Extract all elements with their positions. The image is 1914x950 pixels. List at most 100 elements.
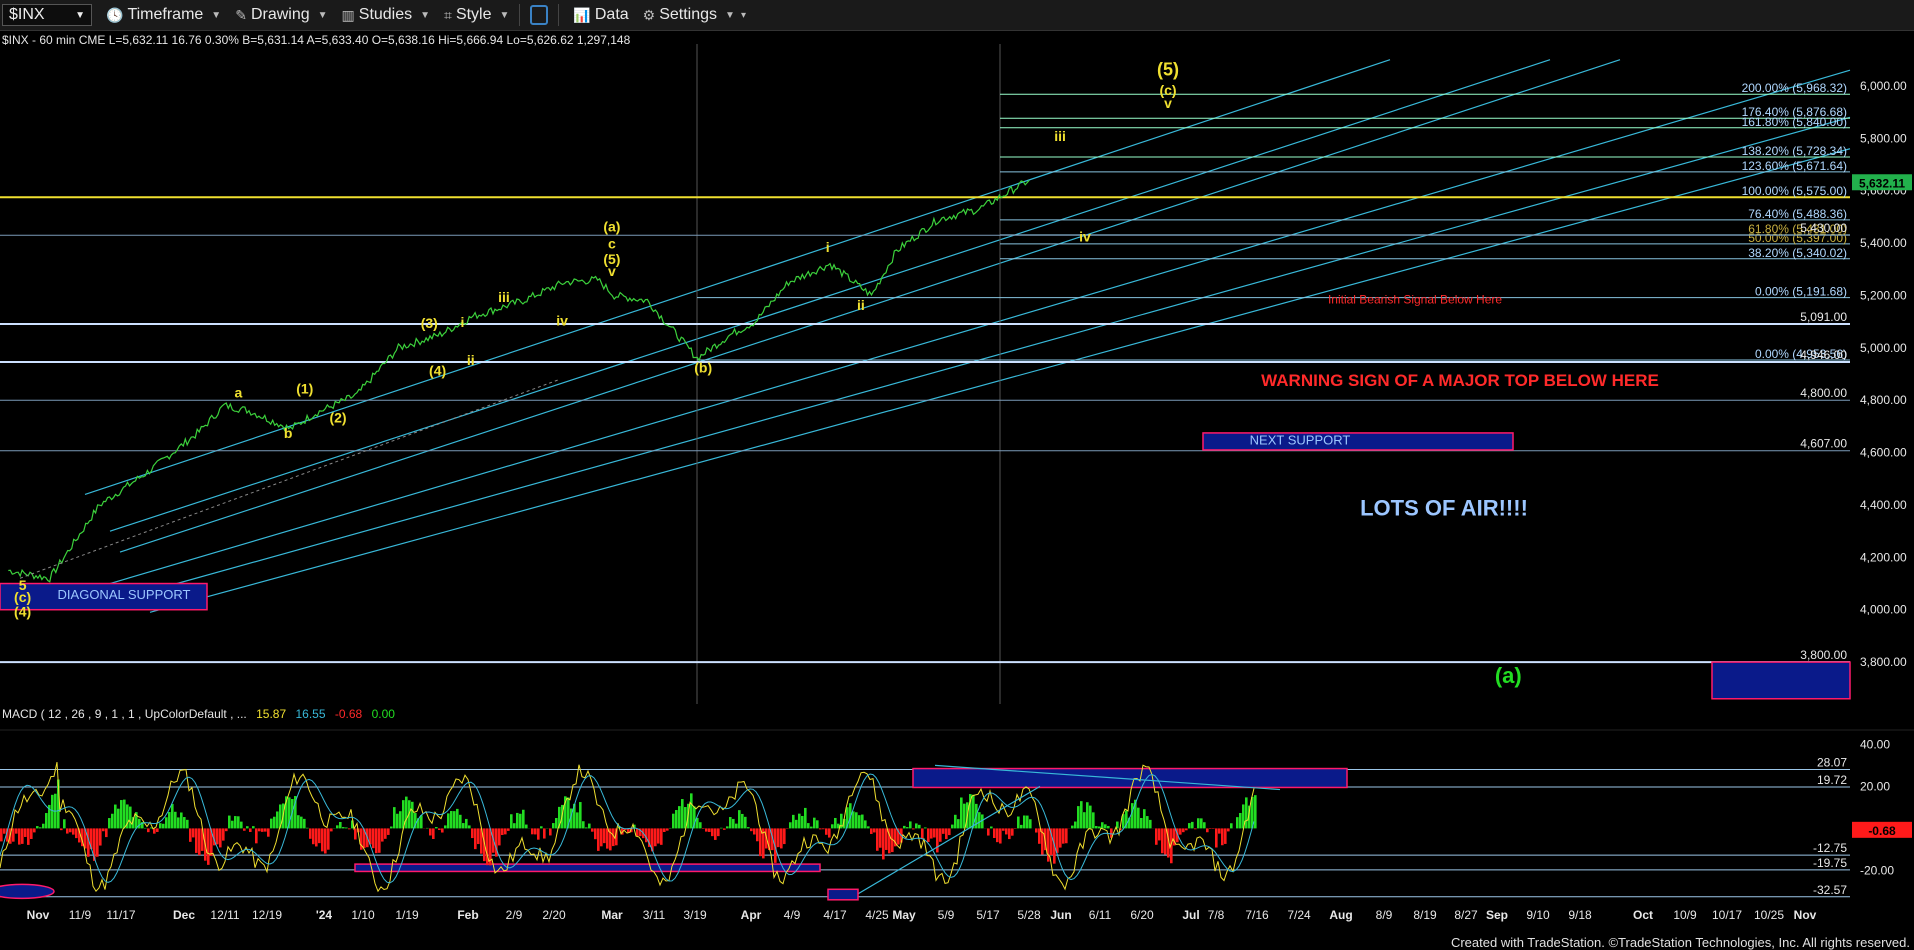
macd-histogram-bar: [585, 827, 588, 829]
x-tick-label: 1/19: [395, 908, 419, 922]
macd-histogram-bar: [741, 813, 744, 829]
macd-histogram-bar: [993, 828, 996, 838]
macd-histogram-bar: [15, 828, 18, 834]
x-tick-label: 4/9: [784, 908, 801, 922]
macd-histogram-bar: [918, 824, 921, 829]
data-button[interactable]: 📊 Data: [573, 6, 628, 24]
macd-histogram-bar: [1185, 828, 1188, 831]
drawing-button[interactable]: ✎ Drawing ▼: [235, 6, 327, 24]
x-tick-label: Dec: [173, 908, 195, 922]
macd-histogram-bar: [825, 828, 828, 835]
clock-icon: 🕓: [106, 6, 124, 23]
x-tick-label: 12/19: [252, 908, 282, 922]
macd-histogram-bar: [1254, 795, 1257, 829]
macd-histogram-bar: [1137, 807, 1140, 829]
macd-histogram-bar: [1143, 809, 1146, 829]
macd-histogram-bar: [672, 813, 675, 829]
price-chart[interactable]: 3,800.00 4,000.00 4,200.00 4,400.00 4,600.00…: [0, 44, 1914, 944]
macd-level-label: 28.07: [1817, 755, 1847, 769]
style-button[interactable]: ⌗ Style ▼: [444, 6, 509, 24]
macd-histogram-bar: [534, 828, 537, 835]
macd-histogram-bar: [309, 828, 312, 839]
macd-histogram-bar: [738, 810, 741, 829]
wave-label: v: [608, 263, 616, 279]
macd-histogram-bar: [459, 814, 462, 829]
x-tick-label: 4/25: [865, 908, 889, 922]
macd-histogram-bar: [579, 802, 582, 829]
macd-histogram-bar: [231, 820, 234, 829]
macd-histogram-bar: [753, 828, 756, 835]
wave-label: (a): [1495, 663, 1522, 688]
macd-histogram-bar: [1158, 828, 1161, 841]
macd-histogram-bar: [1191, 821, 1194, 829]
macd-tick-label: 40.00: [1860, 737, 1890, 751]
fib-level-label: 100.00% (5,575.00): [1742, 184, 1847, 198]
macd-histogram-bar: [432, 828, 435, 840]
macd-histogram-bar: [735, 823, 738, 829]
macd-histogram-bar: [906, 827, 909, 829]
layout-icon[interactable]: [530, 5, 549, 25]
macd-histogram-bar: [729, 817, 732, 829]
macd-histogram-bar: [450, 811, 453, 829]
macd-histogram-bar: [216, 828, 219, 845]
x-tick-label: 10/17: [1712, 908, 1742, 922]
macd-histogram-bar: [681, 799, 684, 829]
macd-histogram-bar: [171, 803, 174, 829]
macd-histogram-bar: [711, 828, 714, 837]
macd-histogram-bar: [51, 794, 54, 829]
macd-histogram-bar: [720, 827, 723, 829]
toolbar-divider: [558, 4, 560, 26]
settings-button[interactable]: ⚙ Settings ▼ ▾: [643, 6, 746, 24]
price-line: [8, 179, 1030, 583]
macd-histogram-bar: [663, 828, 666, 833]
macd-histogram-bar: [1077, 806, 1080, 829]
x-tick-label: 11/9: [69, 908, 92, 922]
macd-histogram-bar: [924, 827, 927, 829]
macd-histogram-bar: [30, 828, 33, 839]
macd-histogram-bar: [861, 814, 864, 829]
macd-histogram-bar: [942, 828, 945, 834]
macd-histogram-bar: [909, 821, 912, 829]
macd-histogram-bar: [1023, 815, 1026, 829]
macd-histogram-bar: [438, 828, 441, 831]
macd-histogram-bar: [999, 828, 1002, 844]
macd-histogram-bar: [0, 828, 3, 842]
macd-histogram-bar: [1161, 828, 1164, 854]
macd-histogram-bar: [1182, 828, 1185, 833]
macd-histogram-bar: [1200, 818, 1203, 829]
macd-histogram-bar: [468, 825, 471, 829]
fib-level-label: 76.40% (5,488.36): [1748, 207, 1847, 221]
macd-histogram-bar: [1089, 805, 1092, 829]
macd-level-label: -19.75: [1813, 856, 1847, 870]
timeframe-button[interactable]: 🕓 Timeframe ▼: [106, 6, 221, 24]
macd-histogram-bar: [75, 828, 78, 839]
macd-level-label: -32.57: [1813, 883, 1847, 897]
macd-histogram-bar: [297, 815, 300, 829]
macd-histogram-bar: [441, 828, 444, 833]
macd-histogram-bar: [717, 828, 720, 837]
macd-low-box: [827, 888, 859, 901]
macd-histogram-bar: [504, 828, 507, 835]
macd-histogram-bar: [312, 828, 315, 845]
fib-level-label: 38.20% (5,340.02): [1748, 246, 1847, 260]
macd-histogram-bar: [636, 828, 639, 837]
macd-histogram-bar: [531, 828, 534, 835]
x-tick-label: Mar: [601, 908, 623, 922]
macd-histogram-bar: [465, 818, 468, 829]
price-level-label: 4,607.00: [1800, 437, 1847, 451]
macd-histogram-bar: [120, 800, 123, 829]
symbol-input[interactable]: $INX ▼: [2, 4, 92, 26]
macd-histogram-bar: [870, 828, 873, 834]
macd-histogram-bar: [912, 828, 915, 830]
price-tick-label: 5,400.00: [1860, 236, 1907, 250]
fib-level-label: 138.20% (5,728.34): [1742, 144, 1847, 158]
macd-histogram-bar: [1095, 826, 1098, 829]
x-tick-label: 9/10: [1526, 908, 1550, 922]
studies-button[interactable]: ▥ Studies ▼: [342, 6, 431, 24]
wave-label: b: [284, 425, 293, 441]
macd-histogram-bar: [1140, 818, 1143, 829]
macd-histogram-bar: [822, 828, 825, 830]
macd-histogram-bar: [852, 811, 855, 829]
macd-histogram-bar: [258, 828, 261, 832]
macd-histogram-bar: [1080, 801, 1083, 829]
